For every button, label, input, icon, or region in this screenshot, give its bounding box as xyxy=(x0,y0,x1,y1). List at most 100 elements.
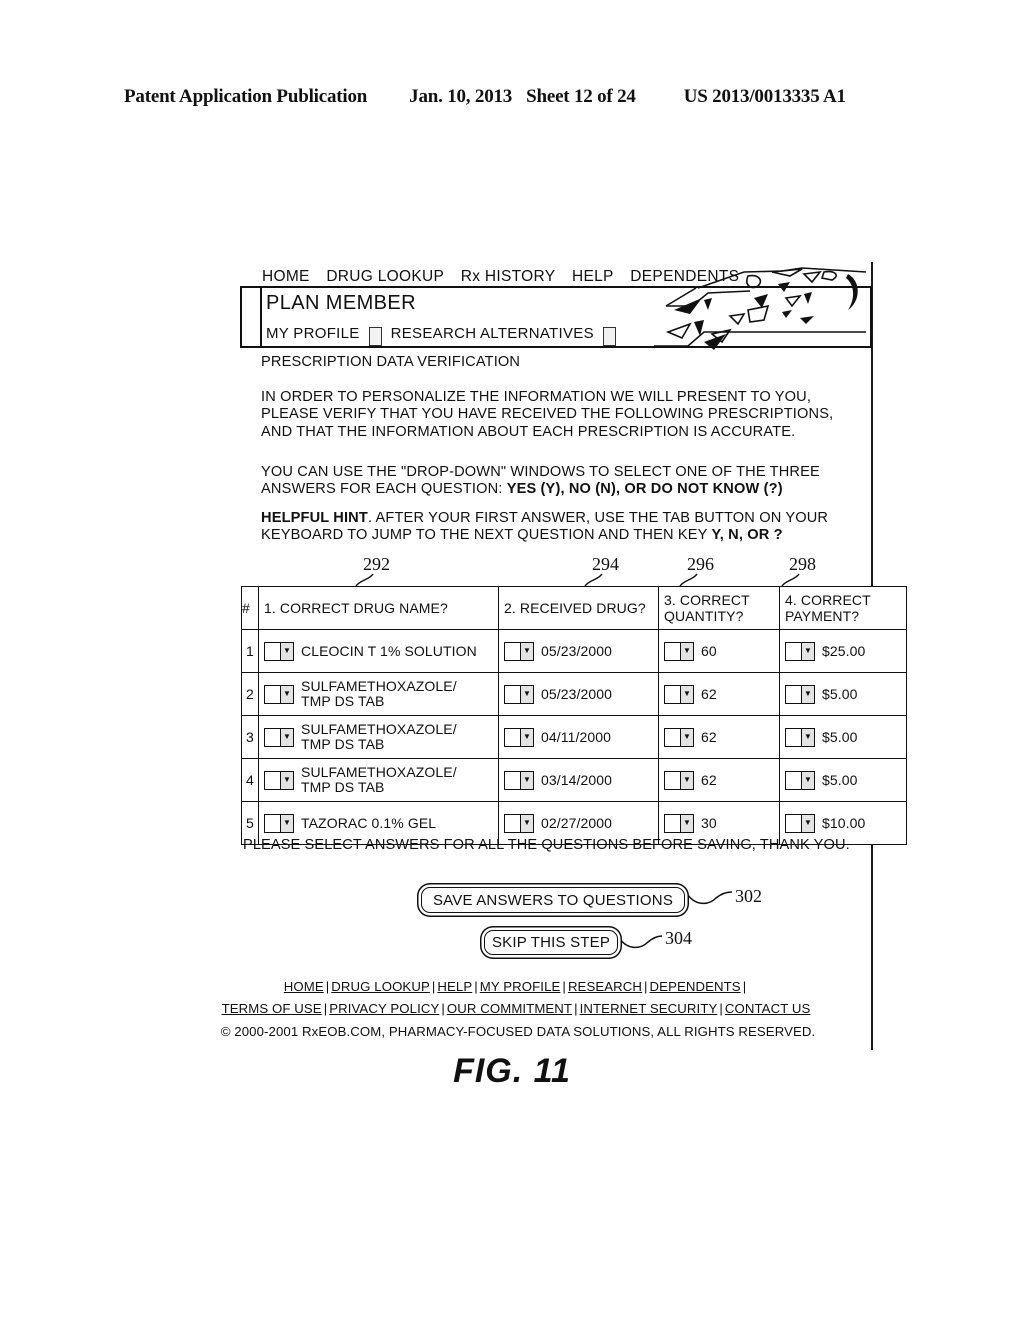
quantity-text: 30 xyxy=(701,814,717,831)
dropdown-correct-payment[interactable]: ▼ xyxy=(785,813,815,833)
chevron-down-icon[interactable]: ▼ xyxy=(521,771,533,789)
column-header-received-drug: 2. RECEIVED DRUG? xyxy=(498,586,659,630)
footer-separator: | xyxy=(323,1001,328,1016)
chevron-down-icon[interactable]: ▼ xyxy=(281,814,293,832)
page-title: PLAN MEMBER xyxy=(266,292,416,314)
cell-payment: ▼ $5.00 xyxy=(779,715,907,759)
dropdown-correct-drug-name[interactable]: ▼ xyxy=(264,813,294,833)
payment-text: $5.00 xyxy=(822,771,858,788)
dropdown-value xyxy=(265,685,281,703)
chevron-down-icon[interactable]: ▼ xyxy=(681,685,693,703)
banner-left-notch xyxy=(240,286,262,348)
tab-divider-icon xyxy=(368,327,382,346)
table-row: 1 ▼ CLEOCIN T 1% SOLUTION ▼ 05/23/2000 ▼ xyxy=(241,629,907,673)
dropdown-value xyxy=(265,814,281,832)
chevron-down-icon[interactable]: ▼ xyxy=(681,814,693,832)
dropdown-value xyxy=(265,642,281,660)
nav-item-rx-history[interactable]: Rx HISTORY xyxy=(461,268,556,285)
skip-this-step-button[interactable]: SKIP THIS STEP xyxy=(484,930,618,955)
table-row: 3 ▼ SULFAMETHOXAZOLE/ TMP DS TAB ▼ 04/11… xyxy=(241,715,907,759)
dropdown-correct-payment[interactable]: ▼ xyxy=(785,641,815,661)
row-number: 3 xyxy=(241,715,259,759)
chevron-down-icon[interactable]: ▼ xyxy=(281,685,293,703)
cell-payment: ▼ $25.00 xyxy=(779,629,907,673)
chevron-down-icon[interactable]: ▼ xyxy=(802,685,814,703)
nav-item-drug-lookup[interactable]: DRUG LOOKUP xyxy=(326,268,444,285)
dropdown-correct-drug-name[interactable]: ▼ xyxy=(264,684,294,704)
dropdown-correct-quantity[interactable]: ▼ xyxy=(664,727,694,747)
reference-numeral-296: 296 xyxy=(687,554,714,574)
quantity-text: 60 xyxy=(701,642,717,659)
dropdown-correct-drug-name[interactable]: ▼ xyxy=(264,641,294,661)
chevron-down-icon[interactable]: ▼ xyxy=(281,728,293,746)
dropdown-value xyxy=(665,728,681,746)
dropdown-correct-quantity[interactable]: ▼ xyxy=(664,813,694,833)
dropdown-correct-quantity[interactable]: ▼ xyxy=(664,641,694,661)
tab-research-alternatives[interactable]: RESEARCH ALTERNATIVES xyxy=(391,325,594,342)
chevron-down-icon[interactable]: ▼ xyxy=(521,728,533,746)
dropdown-correct-payment[interactable]: ▼ xyxy=(785,727,815,747)
dropdown-value xyxy=(505,685,521,703)
nav-item-dependents[interactable]: DEPENDENTS xyxy=(630,268,739,285)
tab-my-profile[interactable]: MY PROFILE xyxy=(266,325,360,342)
footer-link-my-profile[interactable]: MY PROFILE xyxy=(480,979,561,994)
dropdown-correct-quantity[interactable]: ▼ xyxy=(664,684,694,704)
chevron-down-icon[interactable]: ▼ xyxy=(281,771,293,789)
dropdown-received-drug[interactable]: ▼ xyxy=(504,641,534,661)
cell-drug-name: ▼ SULFAMETHOXAZOLE/ TMP DS TAB xyxy=(258,672,499,716)
dropdown-correct-drug-name[interactable]: ▼ xyxy=(264,770,294,790)
dropdown-received-drug[interactable]: ▼ xyxy=(504,770,534,790)
drug-name-text: TAZORAC 0.1% GEL xyxy=(301,814,437,831)
cell-payment: ▼ $5.00 xyxy=(779,672,907,716)
chevron-down-icon[interactable]: ▼ xyxy=(802,771,814,789)
footer-link-internet-security[interactable]: INTERNET SECURITY xyxy=(580,1001,718,1016)
quantity-text: 62 xyxy=(701,728,717,745)
cell-received-drug: ▼ 05/23/2000 xyxy=(498,672,659,716)
column-header-correct-quantity: 3. CORRECT QUANTITY? xyxy=(658,586,780,630)
chevron-down-icon[interactable]: ▼ xyxy=(521,642,533,660)
tab-divider-icon xyxy=(602,327,616,346)
chevron-down-icon[interactable]: ▼ xyxy=(681,642,693,660)
dropdown-received-drug[interactable]: ▼ xyxy=(504,813,534,833)
footer-link-privacy-policy[interactable]: PRIVACY POLICY xyxy=(329,1001,439,1016)
row-number: 2 xyxy=(241,672,259,716)
chevron-down-icon[interactable]: ▼ xyxy=(802,642,814,660)
footer-separator: | xyxy=(562,979,566,994)
received-date-text: 05/23/2000 xyxy=(541,685,613,702)
section-title: PRESCRIPTION DATA VERIFICATION xyxy=(261,354,521,370)
chevron-down-icon[interactable]: ▼ xyxy=(521,814,533,832)
footer-link-research[interactable]: RESEARCH xyxy=(568,979,642,994)
chevron-down-icon[interactable]: ▼ xyxy=(681,728,693,746)
footer-link-terms-of-use[interactable]: TERMS OF USE xyxy=(222,1001,322,1016)
footer-link-our-commitment[interactable]: OUR COMMITMENT xyxy=(447,1001,572,1016)
footer-link-dependents[interactable]: DEPENDENTS xyxy=(650,979,741,994)
nav-item-home[interactable]: HOME xyxy=(262,268,310,285)
footer-link-drug-lookup[interactable]: DRUG LOOKUP xyxy=(331,979,430,994)
footer-separator: | xyxy=(742,979,747,994)
footer-separator: | xyxy=(644,979,648,994)
footer-link-help[interactable]: HELP xyxy=(437,979,472,994)
dropdown-correct-payment[interactable]: ▼ xyxy=(785,770,815,790)
dropdown-correct-drug-name[interactable]: ▼ xyxy=(264,727,294,747)
nav-item-help[interactable]: HELP xyxy=(572,268,614,285)
dropdown-received-drug[interactable]: ▼ xyxy=(504,727,534,747)
footer-link-home[interactable]: HOME xyxy=(284,979,324,994)
chevron-down-icon[interactable]: ▼ xyxy=(802,814,814,832)
dropdown-correct-payment[interactable]: ▼ xyxy=(785,684,815,704)
received-date-text: 03/14/2000 xyxy=(541,771,613,788)
dropdown-correct-quantity[interactable]: ▼ xyxy=(664,770,694,790)
reference-numeral-298: 298 xyxy=(789,554,816,574)
chevron-down-icon[interactable]: ▼ xyxy=(802,728,814,746)
column-header-drug-name: 1. CORRECT DRUG NAME? xyxy=(258,586,499,630)
figure-caption: FIG. 11 xyxy=(453,1052,571,1090)
footer-link-contact-us[interactable]: CONTACT US xyxy=(725,1001,811,1016)
dropdown-received-drug[interactable]: ▼ xyxy=(504,684,534,704)
cell-received-drug: ▼ 03/14/2000 xyxy=(498,758,659,802)
reference-numeral-292: 292 xyxy=(363,554,390,574)
chevron-down-icon[interactable]: ▼ xyxy=(521,685,533,703)
save-answers-button[interactable]: SAVE ANSWERS TO QUESTIONS xyxy=(421,887,685,913)
drug-name-text: SULFAMETHOXAZOLE/ TMP DS TAB xyxy=(301,720,457,752)
drug-name-text: CLEOCIN T 1% SOLUTION xyxy=(301,642,477,659)
chevron-down-icon[interactable]: ▼ xyxy=(681,771,693,789)
chevron-down-icon[interactable]: ▼ xyxy=(281,642,293,660)
